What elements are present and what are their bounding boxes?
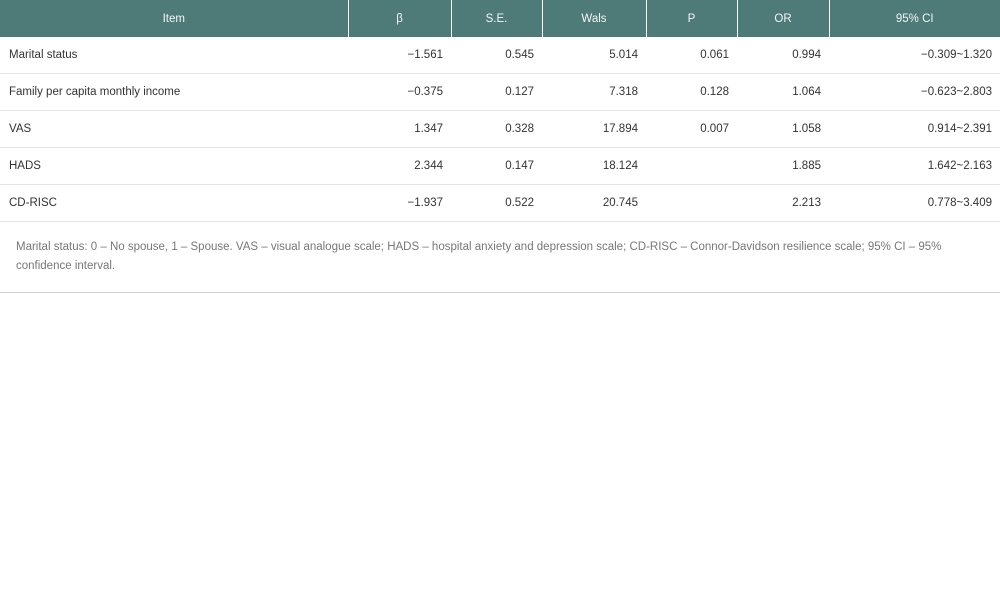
cell-beta: 2.344 bbox=[348, 147, 451, 185]
cell-se: 0.328 bbox=[451, 110, 542, 148]
cell-beta: −0.375 bbox=[348, 73, 451, 111]
cell-ci: 0.914~2.391 bbox=[829, 110, 1000, 148]
table-body: Marital status −1.561 0.545 5.014 0.061 … bbox=[0, 37, 1000, 222]
cell-se: 0.545 bbox=[451, 37, 542, 74]
cell-ci: −0.623~2.803 bbox=[829, 73, 1000, 111]
table-row: HADS 2.344 0.147 18.124 1.885 1.642~2.16… bbox=[0, 147, 1000, 185]
cell-item: Marital status bbox=[0, 37, 348, 74]
column-header-ci: 95% CI bbox=[829, 0, 1000, 37]
cell-or: 0.994 bbox=[737, 37, 829, 74]
cell-ci: −0.309~1.320 bbox=[829, 37, 1000, 74]
cell-or: 1.885 bbox=[737, 147, 829, 185]
cell-p: 0.128 bbox=[646, 73, 737, 111]
cell-p: 0.061 bbox=[646, 37, 737, 74]
cell-wals: 18.124 bbox=[542, 147, 646, 185]
column-header-or: OR bbox=[737, 0, 830, 37]
cell-or: 1.058 bbox=[737, 110, 829, 148]
cell-wals: 20.745 bbox=[542, 184, 646, 222]
table-row: CD-RISC −1.937 0.522 20.745 2.213 0.778~… bbox=[0, 184, 1000, 222]
column-header-item: Item bbox=[0, 0, 349, 37]
column-header-beta: β bbox=[348, 0, 452, 37]
cell-se: 0.147 bbox=[451, 147, 542, 185]
cell-beta: 1.347 bbox=[348, 110, 451, 148]
cell-or: 2.213 bbox=[737, 184, 829, 222]
regression-table-container: Item β S.E. Wals P OR 95% CI Marital sta… bbox=[0, 0, 1000, 293]
cell-se: 0.522 bbox=[451, 184, 542, 222]
cell-beta: −1.937 bbox=[348, 184, 451, 222]
cell-ci: 1.642~2.163 bbox=[829, 147, 1000, 185]
table-header: Item β S.E. Wals P OR 95% CI bbox=[0, 0, 1000, 37]
cell-beta: −1.561 bbox=[348, 37, 451, 74]
cell-p bbox=[646, 147, 737, 185]
table-row: VAS 1.347 0.328 17.894 0.007 1.058 0.914… bbox=[0, 110, 1000, 148]
column-header-se: S.E. bbox=[451, 0, 543, 37]
cell-p: 0.007 bbox=[646, 110, 737, 148]
table-row: Family per capita monthly income −0.375 … bbox=[0, 73, 1000, 111]
cell-wals: 7.318 bbox=[542, 73, 646, 111]
table-row: Marital status −1.561 0.545 5.014 0.061 … bbox=[0, 37, 1000, 74]
cell-ci: 0.778~3.409 bbox=[829, 184, 1000, 222]
table-footnote: Marital status: 0 – No spouse, 1 – Spous… bbox=[0, 222, 1000, 293]
cell-item: CD-RISC bbox=[0, 184, 348, 222]
header-row: Item β S.E. Wals P OR 95% CI bbox=[0, 0, 1000, 37]
column-header-p: P bbox=[646, 0, 738, 37]
cell-item: Family per capita monthly income bbox=[0, 73, 348, 111]
cell-item: VAS bbox=[0, 110, 348, 148]
cell-wals: 5.014 bbox=[542, 37, 646, 74]
regression-table: Item β S.E. Wals P OR 95% CI Marital sta… bbox=[0, 0, 1000, 222]
cell-item: HADS bbox=[0, 147, 348, 185]
cell-wals: 17.894 bbox=[542, 110, 646, 148]
column-header-wals: Wals bbox=[542, 0, 647, 37]
cell-or: 1.064 bbox=[737, 73, 829, 111]
cell-se: 0.127 bbox=[451, 73, 542, 111]
cell-p bbox=[646, 184, 737, 222]
